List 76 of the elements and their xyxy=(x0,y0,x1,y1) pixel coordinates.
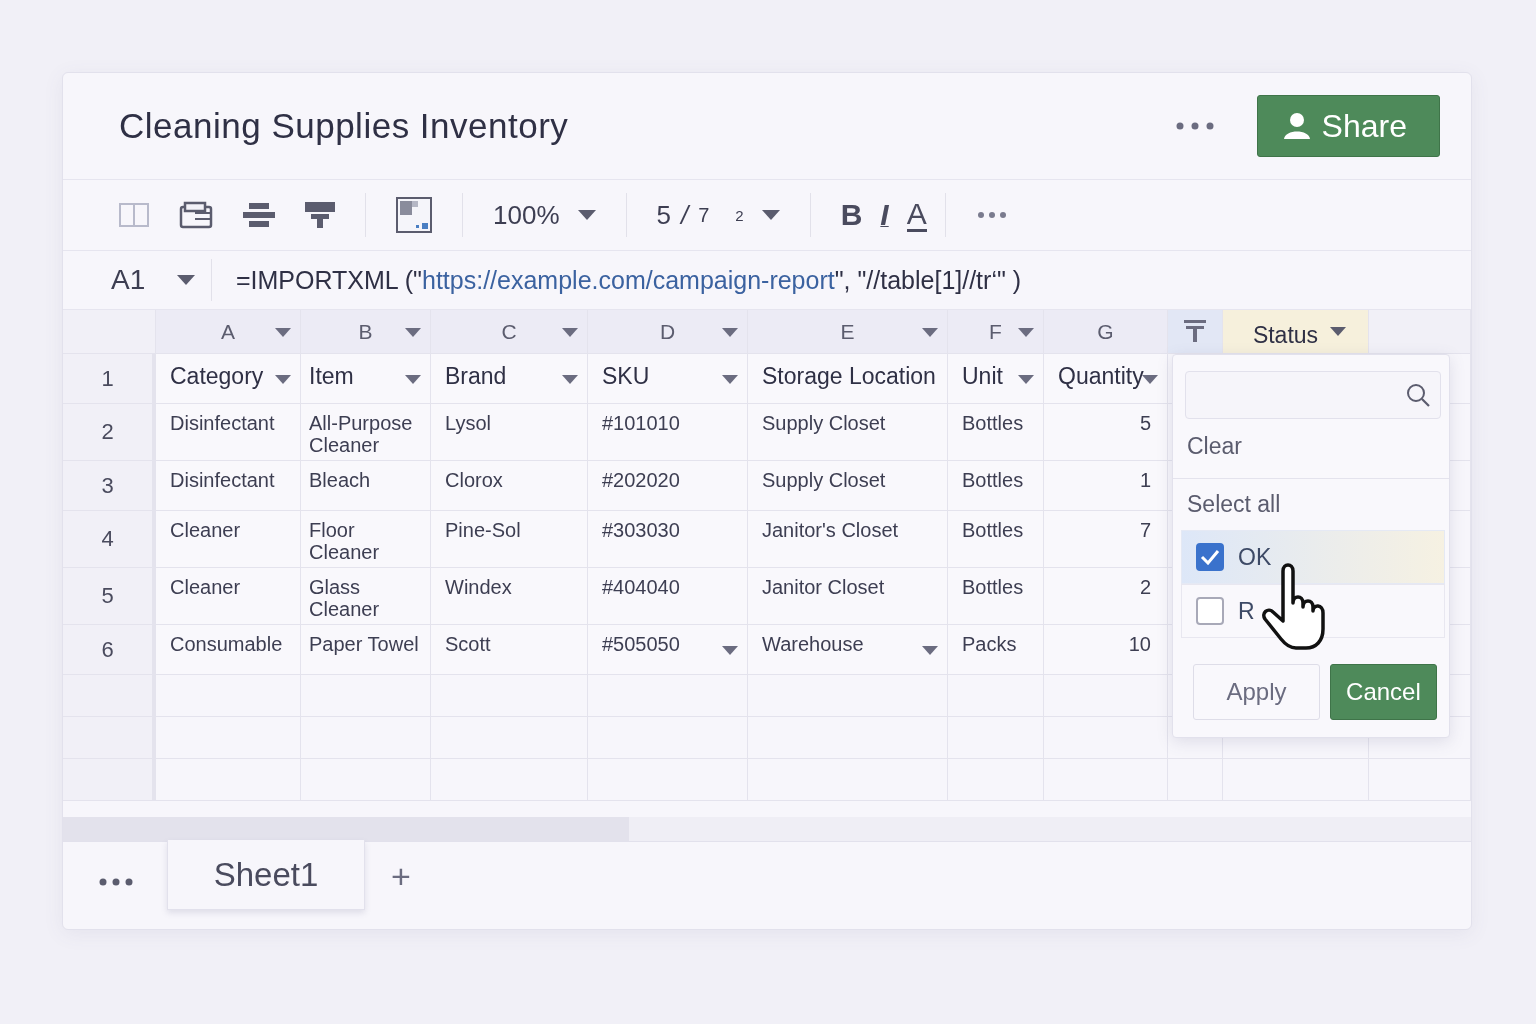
table-cell: Warehouse xyxy=(748,625,948,675)
cancel-button[interactable]: Cancel xyxy=(1329,664,1437,720)
share-button[interactable]: Share xyxy=(1256,95,1440,157)
table-cell: Supply Closet xyxy=(748,404,948,461)
filter-option[interactable]: OK xyxy=(1181,530,1445,584)
table-cell: Clorox xyxy=(431,461,588,511)
row-number: 3 xyxy=(63,461,156,511)
table-cell: Bottles xyxy=(948,404,1044,461)
zoom-dropdown[interactable]: 100% xyxy=(493,199,596,231)
table-cell: Consumable xyxy=(156,625,301,675)
header-cell: Unit xyxy=(948,354,1044,404)
table-cell: Janitor's Closet xyxy=(748,511,948,568)
table-cell: Janitor Closet xyxy=(748,568,948,625)
table-cell: Cleaner xyxy=(156,511,301,568)
table-cell: 1 xyxy=(1044,461,1168,511)
filter-option[interactable]: R xyxy=(1181,584,1445,638)
header-cell: Category xyxy=(156,354,301,404)
column-header[interactable]: D xyxy=(588,310,748,354)
row-number: 5 xyxy=(63,568,156,625)
cell-reference[interactable]: A1 xyxy=(111,264,169,296)
text-color-button[interactable]: A xyxy=(906,198,927,232)
header-cell: Item xyxy=(301,354,431,404)
table-cell: Disinfectant xyxy=(156,404,301,461)
table-cell: Bottles xyxy=(948,511,1044,568)
table-cell: Disinfectant xyxy=(156,461,301,511)
font-size-dropdown[interactable]: 5 / 7 2 xyxy=(656,199,780,231)
table-cell: 7 xyxy=(1044,511,1168,568)
column-header[interactable]: C xyxy=(431,310,588,354)
table-cell: Cleaner xyxy=(156,568,301,625)
formula-link[interactable]: https://example.com/campaign-report xyxy=(422,265,835,294)
table-cell: #505050 xyxy=(588,625,748,675)
sheet-tab[interactable]: Sheet1 xyxy=(167,840,365,910)
header-cell: Quantity xyxy=(1044,354,1168,404)
table-cell: Glass Cleaner xyxy=(301,568,431,625)
row-number: 4 xyxy=(63,511,156,568)
formula-text[interactable]: =IMPORTXML ("https://example.com/campaign-report", "//table[1]//tr‘" ) xyxy=(236,265,1022,295)
table-cell: All-Purpose Cleaner xyxy=(301,404,431,461)
table-cell: Pine-Sol xyxy=(431,511,588,568)
column-header[interactable]: A xyxy=(156,310,301,354)
table-cell: Bottles xyxy=(948,461,1044,511)
clear-link[interactable]: Clear xyxy=(1181,433,1248,460)
bold-button[interactable]: B xyxy=(840,198,863,232)
table-cell: #202020 xyxy=(588,461,748,511)
row-number: 6 xyxy=(63,625,156,675)
table-cell: 5 xyxy=(1044,404,1168,461)
table-cell: Scott xyxy=(431,625,588,675)
table-cell: #101010 xyxy=(588,404,748,461)
column-header[interactable]: G xyxy=(1044,310,1168,354)
option-label: OK xyxy=(1238,543,1272,571)
table-cell: 2 xyxy=(1044,568,1168,625)
header-cell: Storage Location xyxy=(748,354,948,404)
row-number: 1 xyxy=(63,354,156,404)
apply-button[interactable]: Apply xyxy=(1193,664,1320,720)
column-header[interactable]: E xyxy=(748,310,948,354)
header-cell: Brand xyxy=(431,354,588,404)
italic-button[interactable]: I xyxy=(880,198,889,232)
table-cell: 10 xyxy=(1044,625,1168,675)
status-column-header[interactable]: Status xyxy=(1223,310,1369,354)
add-sheet-button[interactable]: + xyxy=(385,856,417,897)
header-cell: SKU xyxy=(588,354,748,404)
table-cell: Packs xyxy=(948,625,1044,675)
row-number: 2 xyxy=(63,404,156,461)
option-label: R xyxy=(1238,597,1255,625)
column-header[interactable]: F xyxy=(948,310,1044,354)
table-cell: Supply Closet xyxy=(748,461,948,511)
table-cell: Paper Towel xyxy=(301,625,431,675)
column-header[interactable]: B xyxy=(301,310,431,354)
table-cell: Bleach xyxy=(301,461,431,511)
table-cell: #404040 xyxy=(588,568,748,625)
table-cell: Floor Cleaner xyxy=(301,511,431,568)
table-cell: Windex xyxy=(431,568,588,625)
document-title: Cleaning Supplies Inventory xyxy=(119,106,570,146)
select-all-link[interactable]: Select all xyxy=(1181,491,1287,518)
table-cell: Lysol xyxy=(431,404,588,461)
table-cell: #303030 xyxy=(588,511,748,568)
table-cell: Bottles xyxy=(948,568,1044,625)
